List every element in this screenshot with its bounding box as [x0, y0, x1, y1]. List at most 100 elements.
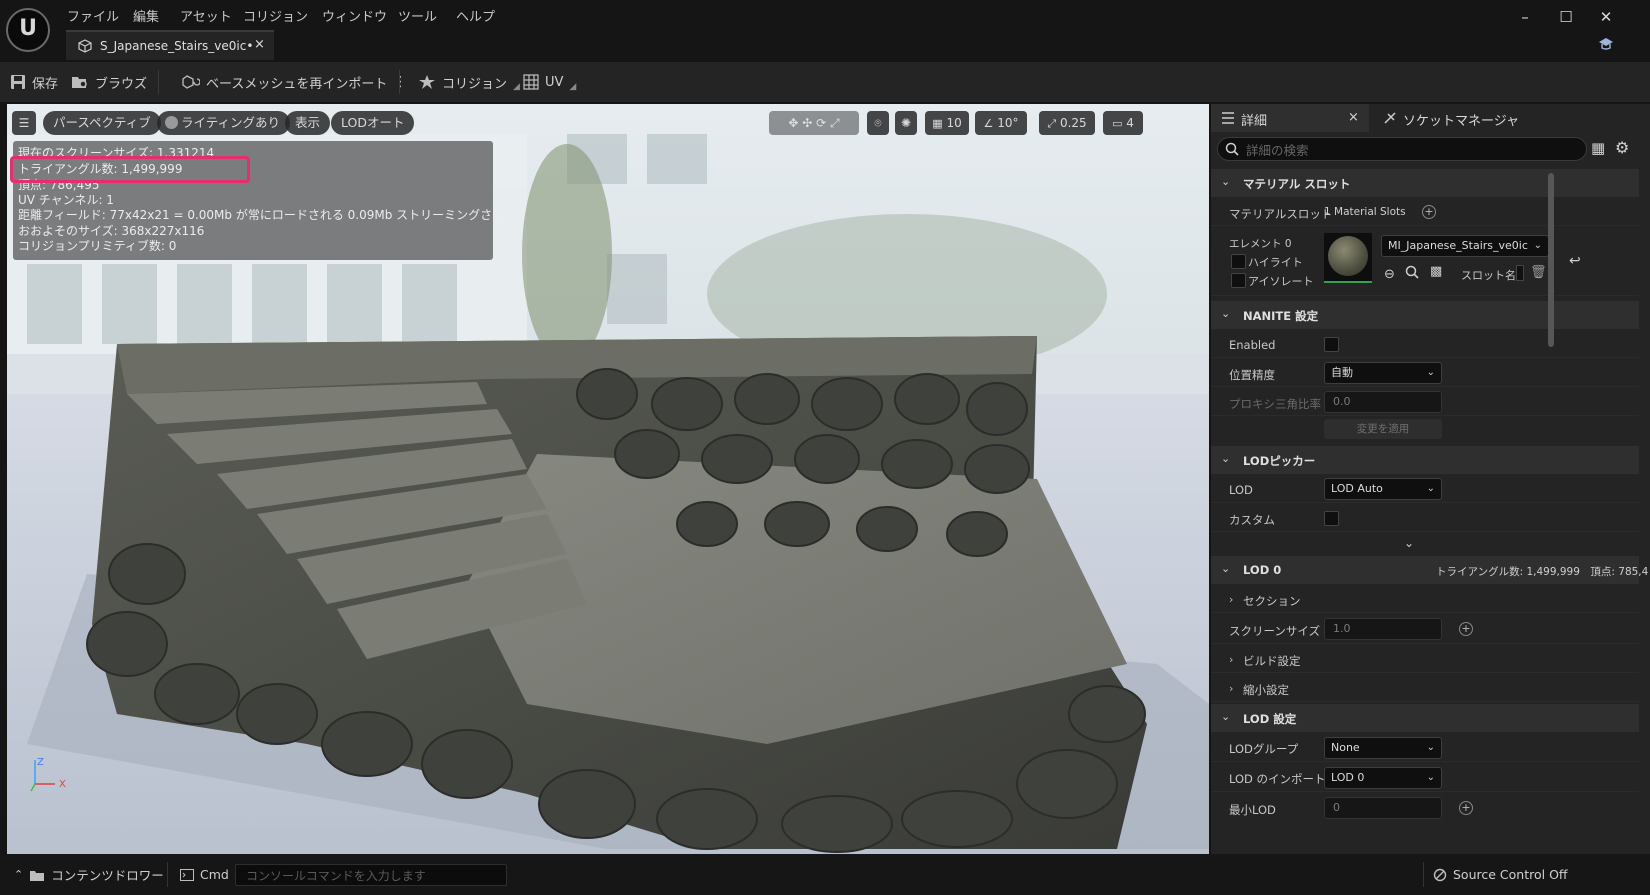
custom-lod-row: カスタム: [1211, 504, 1639, 532]
menu-asset[interactable]: アセット: [180, 6, 232, 25]
lod-import-dropdown[interactable]: LOD 0 ⌄: [1324, 767, 1442, 789]
lod-auto-button[interactable]: LODオート: [331, 111, 415, 135]
screen-size-row: スクリーンサイズ 1.0 +: [1211, 614, 1639, 644]
min-lod-field[interactable]: 0: [1324, 797, 1442, 819]
lod-picker-section-header[interactable]: ⌄ LODピッカー: [1211, 446, 1639, 474]
delete-slot-icon[interactable]: 🗑: [1530, 265, 1547, 280]
perspective-button[interactable]: パースペクティブ: [43, 111, 161, 135]
minimize-button[interactable]: –: [1510, 8, 1540, 26]
use-selected-asset-icon[interactable]: ⊖: [1384, 267, 1395, 282]
material-thumbnail[interactable]: [1324, 233, 1372, 283]
mesh-viewport[interactable]: Z X ☰ パースペクティブ ライティングあり 表示 LODオート ✥ ✣ ⟳ …: [7, 104, 1209, 854]
lod-label: LOD: [1229, 483, 1253, 497]
close-details-tab-icon[interactable]: ×: [1348, 110, 1359, 125]
details-search-input[interactable]: [1244, 140, 1578, 160]
menu-file[interactable]: ファイル: [67, 6, 119, 25]
nanite-enabled-checkbox[interactable]: [1324, 337, 1339, 352]
sections-row[interactable]: › セクション: [1211, 585, 1639, 613]
asset-editor-tab[interactable]: S_Japanese_Stairs_ve0ic• ×: [66, 30, 274, 60]
toolbar-divider: [399, 70, 400, 94]
camera-icon: ▭: [1112, 117, 1123, 130]
statusbar-divider: [167, 862, 168, 887]
menu-window[interactable]: ウィンドウ: [322, 6, 387, 25]
search-icon: [1225, 142, 1239, 156]
browse-to-asset-icon[interactable]: [1405, 265, 1419, 279]
highlight-checkbox[interactable]: [1231, 254, 1246, 269]
apply-changes-row: 変更を適用: [1211, 417, 1639, 443]
world-local-icon[interactable]: ⌾: [867, 111, 889, 135]
menu-help[interactable]: ヘルプ: [456, 6, 495, 25]
grid-snap-button[interactable]: ▦ 10: [925, 111, 969, 135]
save-button[interactable]: 保存: [10, 62, 58, 102]
angle-icon: ∠: [983, 117, 994, 130]
browse-button[interactable]: ブラウズ: [71, 62, 147, 102]
lod-settings-section-header[interactable]: ⌄ LOD 設定: [1211, 704, 1639, 732]
chevron-down-icon: ⌄: [1426, 483, 1435, 494]
browse-icon: [71, 74, 89, 90]
dropdown-corner-icon: ◢: [513, 82, 520, 92]
material-asset-picker[interactable]: MI_Japanese_Stairs_ve0icftc ⌄: [1381, 235, 1549, 257]
add-material-slot-icon[interactable]: +: [1422, 205, 1436, 219]
unreal-logo-icon[interactable]: U: [6, 8, 50, 52]
show-button[interactable]: 表示: [285, 111, 331, 135]
isolate-checkbox[interactable]: [1231, 273, 1246, 288]
more-options-icon[interactable]: ⋮: [393, 74, 407, 90]
lod-dropdown[interactable]: LOD Auto ⌄: [1324, 478, 1442, 500]
scale-snap-button[interactable]: ⤢ 0.25: [1039, 111, 1095, 135]
apply-changes-button[interactable]: 変更を適用: [1324, 419, 1442, 439]
menu-edit[interactable]: 編集: [133, 6, 159, 25]
viewport-options-button[interactable]: ☰: [12, 111, 36, 135]
custom-lod-checkbox[interactable]: [1324, 511, 1339, 526]
material-checker-icon[interactable]: ▩: [1430, 264, 1442, 279]
console-command-input[interactable]: [244, 866, 504, 886]
source-control-button[interactable]: Source Control Off: [1433, 854, 1568, 895]
material-element-row: エレメント 0 ハイライト アイソレート MI_Japanese_Stairs_…: [1211, 227, 1639, 296]
learn-icon[interactable]: [1598, 37, 1614, 51]
transform-tools-group[interactable]: ✥ ✣ ⟳ ⤢: [769, 111, 859, 135]
rotation-snap-button[interactable]: ∠ 10°: [975, 111, 1027, 135]
tab-details[interactable]: 詳細 ×: [1211, 104, 1369, 132]
add-platform-override-icon[interactable]: +: [1459, 622, 1473, 636]
lod0-section-header[interactable]: ⌄ LOD 0 トライアングル数: 1,499,999 頂点: 785,4: [1211, 556, 1648, 584]
collision-button[interactable]: コリジョン ◢: [418, 62, 520, 102]
table-view-icon[interactable]: ▦: [1591, 139, 1605, 157]
reduction-settings-row[interactable]: › 縮小設定: [1211, 674, 1639, 702]
title-bar: U ファイル 編集 アセット コリジョン ウィンドウ ツール ヘルプ S_Jap…: [0, 0, 1650, 60]
camera-speed-button[interactable]: ▭ 4: [1103, 111, 1143, 135]
lod-import-row: LOD のインポート LOD 0 ⌄: [1211, 763, 1639, 792]
position-precision-dropdown[interactable]: 自動 ⌄: [1324, 362, 1442, 384]
slot-name-label: スロット名: [1461, 269, 1516, 282]
maximize-button[interactable]: ☐: [1551, 8, 1581, 26]
reset-to-default-icon[interactable]: ↩: [1569, 253, 1581, 269]
grid-icon: ▦: [932, 117, 943, 130]
menu-tools[interactable]: ツール: [398, 6, 437, 25]
chevron-down-icon: ⌄: [1426, 772, 1435, 783]
details-scrollbar[interactable]: [1548, 173, 1554, 347]
close-window-button[interactable]: ✕: [1591, 8, 1621, 26]
screen-size-field[interactable]: 1.0: [1324, 618, 1442, 640]
content-drawer-button[interactable]: ⌃ コンテンツドロワー: [14, 854, 164, 895]
add-platform-override-icon[interactable]: +: [1459, 801, 1473, 815]
material-slots-count: 1 Material Slots: [1324, 206, 1406, 218]
collapse-chevron-icon: ⌄: [1221, 710, 1231, 723]
lod-group-dropdown[interactable]: None ⌄: [1324, 737, 1442, 759]
lighting-mode-button[interactable]: ライティングあり: [157, 111, 291, 135]
surface-snap-icon[interactable]: ✺: [895, 111, 917, 135]
close-tab-icon[interactable]: ×: [254, 37, 265, 52]
console-command-box[interactable]: [235, 864, 507, 886]
lighting-mode-label: ライティングあり: [181, 115, 281, 130]
proxy-ratio-field[interactable]: 0.0: [1324, 391, 1442, 413]
collapse-chevron-icon: ⌄: [1221, 452, 1231, 465]
expand-advanced-chevron-icon[interactable]: ⌄: [1404, 536, 1414, 550]
build-settings-row[interactable]: › ビルド設定: [1211, 645, 1639, 673]
tab-socket-manager[interactable]: ソケットマネージャ: [1377, 104, 1547, 132]
settings-gear-icon[interactable]: ⚙: [1615, 138, 1629, 157]
menu-collision[interactable]: コリジョン: [243, 6, 308, 25]
details-search-box[interactable]: [1217, 137, 1587, 161]
nanite-section-header[interactable]: ⌄ NANITE 設定: [1211, 301, 1639, 329]
reimport-base-mesh-button[interactable]: ベースメッシュを再インポート ⋮: [182, 62, 407, 102]
cmd-button[interactable]: Cmd: [180, 854, 229, 895]
slot-name-input[interactable]: [1516, 265, 1524, 281]
material-slots-section-header[interactable]: ⌄ マテリアル スロット: [1211, 169, 1639, 197]
uv-button[interactable]: UV ◢: [523, 62, 576, 102]
